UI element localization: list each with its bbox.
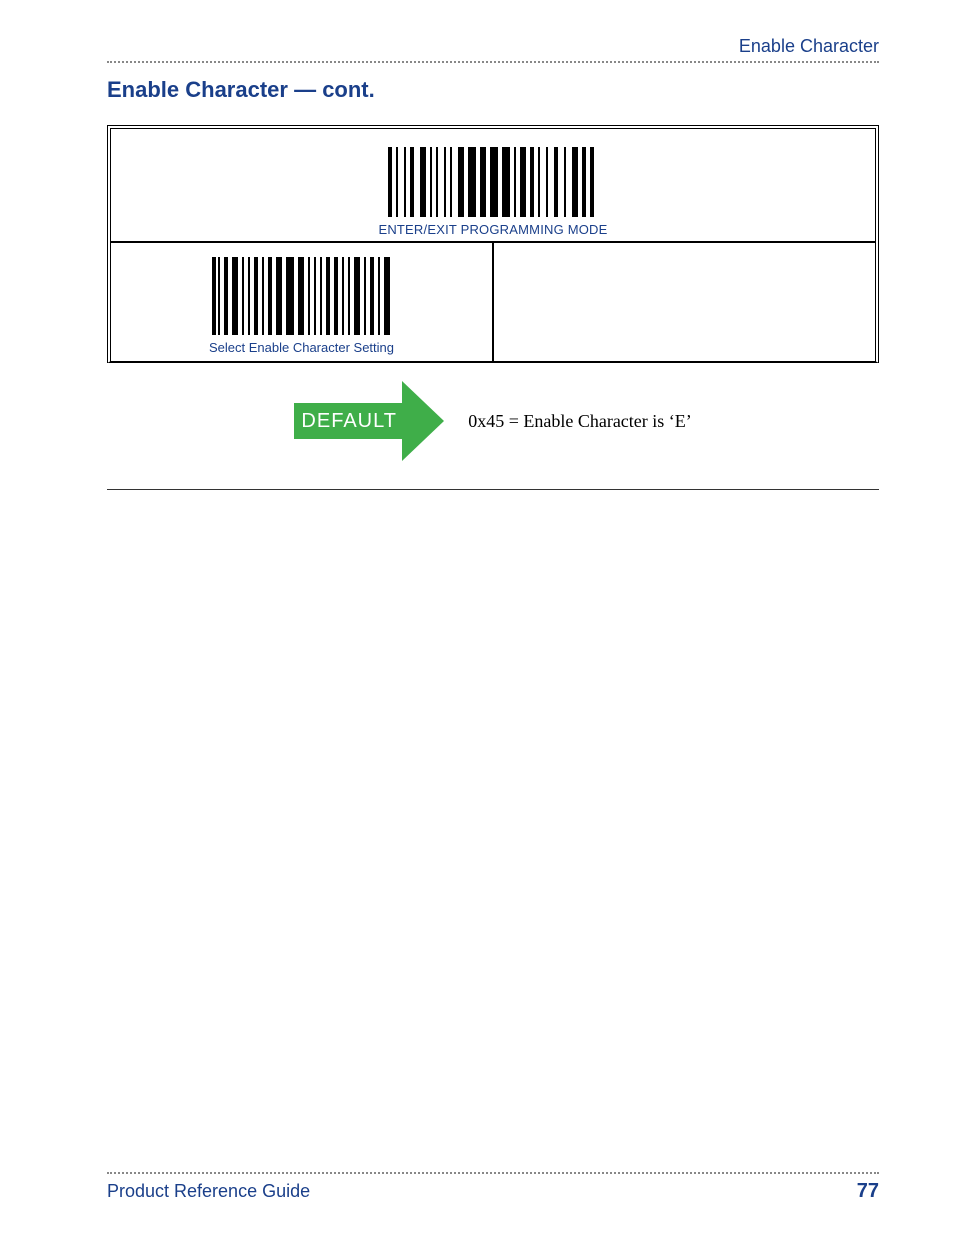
barcode-left-caption: Select Enable Character Setting: [111, 340, 492, 355]
barcode-select-setting: [212, 257, 392, 339]
default-arrow-icon: DEFAULT: [294, 381, 444, 461]
barcode-enter-exit: [388, 147, 598, 223]
footer-rule: [107, 1172, 879, 1174]
barcode-top-cell: ENTER/EXIT PROGRAMMING MODE: [111, 129, 875, 243]
barcode-left-cell: Select Enable Character Setting: [111, 243, 494, 361]
footer-page-number: 77: [857, 1180, 879, 1203]
footer-doc-title: Product Reference Guide: [107, 1181, 310, 1202]
barcode-top-caption: ENTER/EXIT PROGRAMMING MODE: [111, 222, 875, 237]
section-title: Enable Character — cont.: [107, 77, 879, 103]
header-rule: [107, 61, 879, 63]
default-arrow-label: DEFAULT: [294, 403, 404, 439]
default-value-text: 0x45 = Enable Character is ‘E’: [468, 411, 692, 432]
barcode-right-cell-empty: [494, 243, 875, 361]
page-footer: Product Reference Guide 77: [107, 1172, 879, 1203]
header-section-label: Enable Character: [107, 36, 879, 57]
default-row: DEFAULT 0x45 = Enable Character is ‘E’: [107, 363, 879, 490]
barcode-panel: ENTER/EXIT PROGRAMMING MODE: [107, 125, 879, 363]
